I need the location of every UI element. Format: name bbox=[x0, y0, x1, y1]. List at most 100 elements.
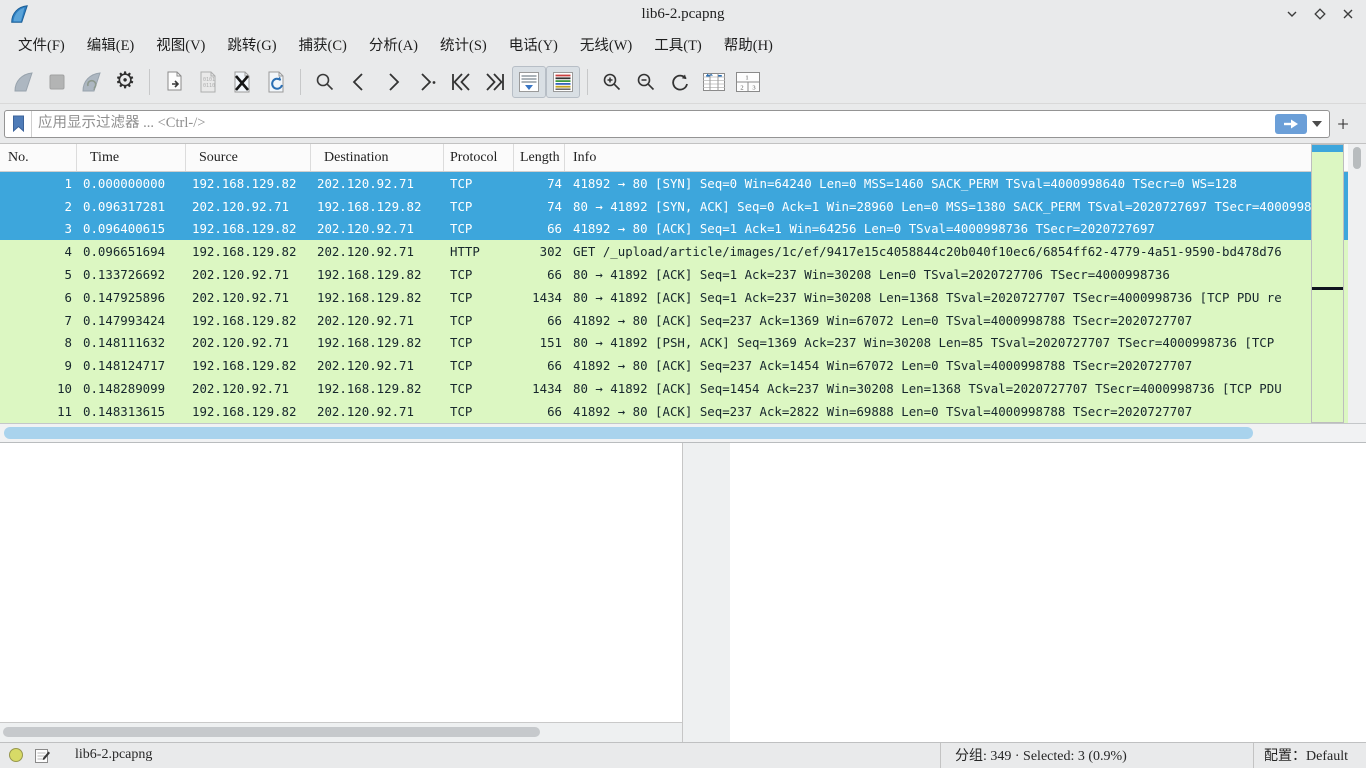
restart-capture-button[interactable] bbox=[74, 66, 108, 98]
packet-list-minimap[interactable] bbox=[1311, 144, 1344, 423]
packet-row[interactable]: 11 0.148313615 192.168.129.82 202.120.92… bbox=[0, 400, 1366, 423]
capture-comment-icon[interactable] bbox=[34, 747, 51, 764]
colorize-button[interactable] bbox=[546, 66, 580, 98]
resize-columns-button[interactable] bbox=[697, 66, 731, 98]
column-header-protocol[interactable]: Protocol bbox=[444, 144, 514, 171]
packet-row[interactable]: 8 0.148111632 202.120.92.71 192.168.129.… bbox=[0, 332, 1366, 355]
expert-info-icon[interactable] bbox=[8, 747, 24, 763]
cell-info: 41892 → 80 [SYN] Seq=0 Win=64240 Len=0 M… bbox=[565, 176, 1366, 191]
stop-capture-button[interactable] bbox=[40, 66, 74, 98]
close-button[interactable] bbox=[1340, 6, 1356, 22]
menu-wireless[interactable]: 无线(W) bbox=[572, 31, 640, 58]
cell-info: 41892 → 80 [ACK] Seq=237 Ack=2822 Win=69… bbox=[565, 404, 1366, 419]
packet-row[interactable]: 10 0.148289099 202.120.92.71 192.168.129… bbox=[0, 377, 1366, 400]
menu-capture[interactable]: 捕获(C) bbox=[291, 31, 355, 58]
column-header-length[interactable]: Length bbox=[514, 144, 565, 171]
minimize-button[interactable] bbox=[1284, 6, 1300, 22]
stop-square-icon bbox=[47, 72, 67, 92]
menu-telephony[interactable]: 电话(Y) bbox=[501, 31, 566, 58]
go-last-button[interactable] bbox=[478, 66, 512, 98]
filter-bookmark-button[interactable] bbox=[5, 111, 32, 137]
packet-details-hscrollbar-thumb[interactable] bbox=[3, 727, 540, 737]
svg-text:3: 3 bbox=[752, 84, 755, 91]
column-header-source[interactable]: Source bbox=[186, 144, 311, 171]
cell-no: 6 bbox=[0, 290, 77, 305]
filter-dropdown-caret[interactable] bbox=[1312, 121, 1322, 127]
menu-view[interactable]: 视图(V) bbox=[148, 31, 213, 58]
go-first-button[interactable] bbox=[444, 66, 478, 98]
cell-destination: 202.120.92.71 bbox=[311, 221, 444, 236]
cell-info: 80 → 41892 [ACK] Seq=1454 Ack=237 Win=30… bbox=[565, 381, 1366, 396]
maximize-button[interactable] bbox=[1312, 6, 1328, 22]
display-filter-input[interactable] bbox=[32, 111, 1275, 137]
zoom-in-button[interactable] bbox=[595, 66, 629, 98]
cell-length: 151 bbox=[514, 335, 565, 350]
statusbar-profile[interactable]: 配置：Default bbox=[1254, 745, 1366, 765]
menu-tools[interactable]: 工具(T) bbox=[646, 31, 710, 58]
zoom-out-button[interactable] bbox=[629, 66, 663, 98]
open-file-button[interactable] bbox=[157, 66, 191, 98]
layout-123-icon: 123 bbox=[734, 70, 762, 94]
column-header-destination[interactable]: Destination bbox=[311, 144, 444, 171]
zoom-reset-button[interactable] bbox=[663, 66, 697, 98]
display-filter-field[interactable] bbox=[4, 110, 1330, 138]
vertical-scrollbar[interactable] bbox=[1348, 144, 1366, 423]
cell-time: 0.133726692 bbox=[77, 267, 186, 282]
save-file-button[interactable]: 01010110 bbox=[191, 66, 225, 98]
packet-details-hscrollbar[interactable] bbox=[0, 722, 682, 742]
go-forward-button[interactable] bbox=[376, 66, 410, 98]
cell-source: 192.168.129.82 bbox=[186, 221, 311, 236]
cell-destination: 202.120.92.71 bbox=[311, 358, 444, 373]
cell-time: 0.096651694 bbox=[77, 244, 186, 259]
packet-list-hscrollbar-thumb[interactable] bbox=[4, 427, 1253, 439]
go-back-button[interactable] bbox=[342, 66, 376, 98]
column-header-info[interactable]: Info bbox=[565, 144, 1366, 171]
packet-row[interactable]: 9 0.148124717 192.168.129.82 202.120.92.… bbox=[0, 354, 1366, 377]
cell-destination: 192.168.129.82 bbox=[311, 381, 444, 396]
column-header-time[interactable]: Time bbox=[77, 144, 186, 171]
reload-file-button[interactable] bbox=[259, 66, 293, 98]
packet-details-pane bbox=[0, 443, 683, 742]
cell-protocol: TCP bbox=[444, 267, 514, 282]
menu-statistics[interactable]: 统计(S) bbox=[432, 31, 495, 58]
cell-length: 302 bbox=[514, 244, 565, 259]
column-header-no[interactable]: No. bbox=[0, 144, 77, 171]
packet-bytes-pane bbox=[730, 443, 1366, 742]
close-file-button[interactable] bbox=[225, 66, 259, 98]
menubar: 文件(F) 编辑(E) 视图(V) 跳转(G) 捕获(C) 分析(A) 统计(S… bbox=[0, 28, 1366, 60]
auto-scroll-button[interactable] bbox=[512, 66, 546, 98]
menu-help[interactable]: 帮助(H) bbox=[716, 31, 781, 58]
packet-row[interactable]: 7 0.147993424 192.168.129.82 202.120.92.… bbox=[0, 309, 1366, 332]
packet-row[interactable]: 5 0.133726692 202.120.92.71 192.168.129.… bbox=[0, 263, 1366, 286]
start-capture-button[interactable] bbox=[6, 66, 40, 98]
cell-length: 1434 bbox=[514, 290, 565, 305]
menu-analyze[interactable]: 分析(A) bbox=[361, 31, 426, 58]
packet-list-header: No. Time Source Destination Protocol Len… bbox=[0, 144, 1366, 172]
packet-row[interactable]: 3 0.096400615 192.168.129.82 202.120.92.… bbox=[0, 218, 1366, 241]
menu-file[interactable]: 文件(F) bbox=[10, 31, 73, 58]
cell-source: 192.168.129.82 bbox=[186, 244, 311, 259]
find-packet-button[interactable] bbox=[308, 66, 342, 98]
packet-row[interactable]: 1 0.000000000 192.168.129.82 202.120.92.… bbox=[0, 172, 1366, 195]
filter-bar: + bbox=[0, 104, 1366, 144]
cell-time: 0.096317281 bbox=[77, 199, 186, 214]
apply-filter-button[interactable] bbox=[1275, 114, 1307, 134]
last-packet-icon bbox=[483, 71, 507, 93]
packet-row[interactable]: 2 0.096317281 202.120.92.71 192.168.129.… bbox=[0, 195, 1366, 218]
cell-length: 74 bbox=[514, 199, 565, 214]
menu-edit[interactable]: 编辑(E) bbox=[79, 31, 143, 58]
cell-time: 0.148111632 bbox=[77, 335, 186, 350]
menu-go[interactable]: 跳转(G) bbox=[219, 31, 284, 58]
packet-row[interactable]: 6 0.147925896 202.120.92.71 192.168.129.… bbox=[0, 286, 1366, 309]
window-controls bbox=[1284, 0, 1356, 28]
cell-no: 10 bbox=[0, 381, 77, 396]
layout-panes-button[interactable]: 123 bbox=[731, 66, 765, 98]
packet-list-hscrollbar[interactable] bbox=[0, 423, 1366, 442]
vertical-scrollbar-thumb[interactable] bbox=[1353, 147, 1361, 169]
capture-options-button[interactable]: ⚙ bbox=[108, 66, 142, 98]
add-filter-button[interactable]: + bbox=[1330, 111, 1356, 137]
packet-list: No. Time Source Destination Protocol Len… bbox=[0, 144, 1366, 423]
packet-row[interactable]: 4 0.096651694 192.168.129.82 202.120.92.… bbox=[0, 240, 1366, 263]
go-to-packet-button[interactable] bbox=[410, 66, 444, 98]
cell-protocol: TCP bbox=[444, 404, 514, 419]
